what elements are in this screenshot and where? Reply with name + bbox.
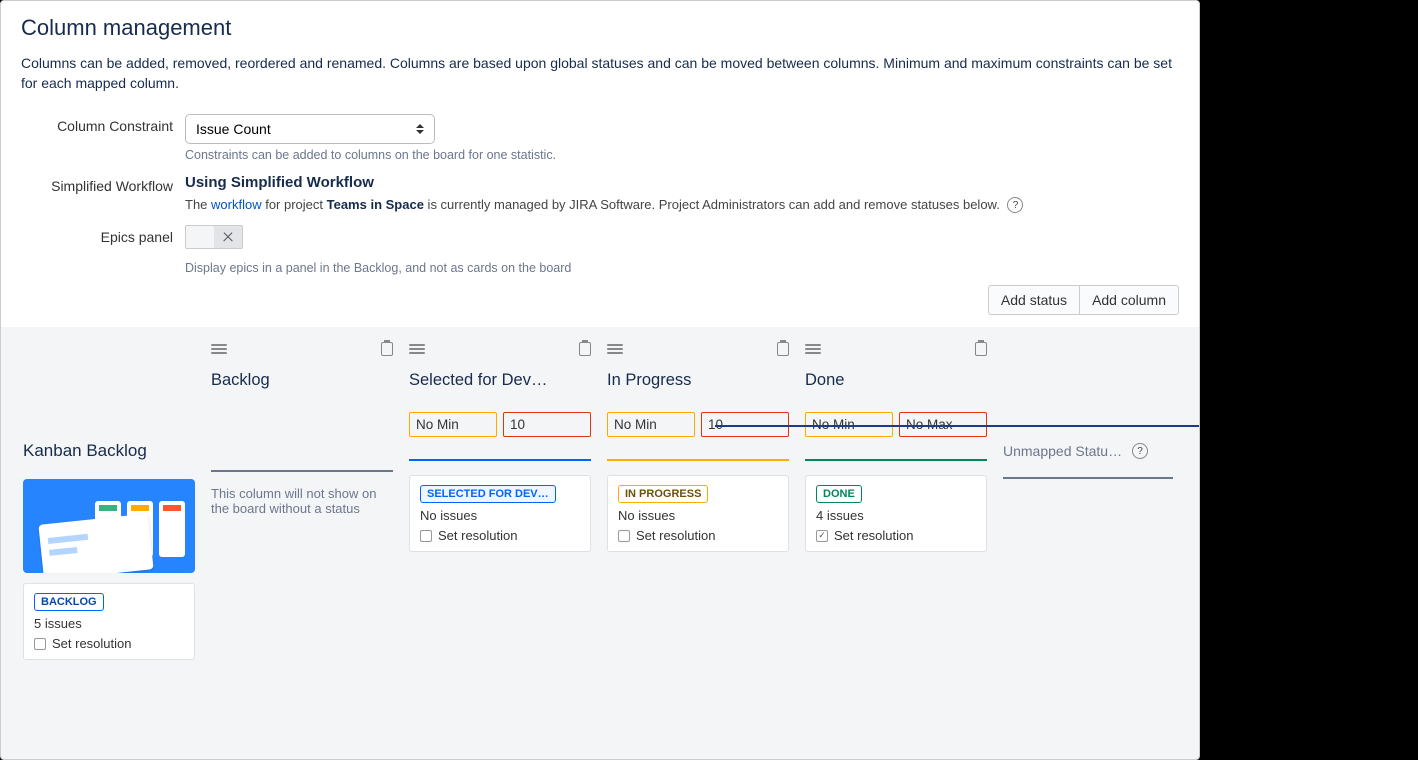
column-done[interactable]: Done No Min No Max DONE 4 issues Set res… <box>797 341 995 660</box>
min-constraint-input[interactable]: No Min <box>409 412 497 437</box>
column-selected-for-dev[interactable]: Selected for Dev… No Min 10 SELECTED FOR… <box>401 341 599 660</box>
drag-handle-icon[interactable] <box>607 344 623 354</box>
column-title[interactable]: Backlog <box>211 371 393 390</box>
kanban-backlog-column: Kanban Backlog BACKLOG 5 issues Set reso… <box>15 341 203 660</box>
kanban-backlog-status-card[interactable]: BACKLOG 5 issues Set resolution <box>23 583 195 660</box>
set-resolution-label: Set resolution <box>834 528 914 543</box>
backlog-lozenge: BACKLOG <box>34 593 104 611</box>
workflow-link[interactable]: workflow <box>211 197 262 212</box>
toggle-off-segment[interactable] <box>214 226 242 248</box>
status-lozenge: DONE <box>816 485 862 503</box>
issue-count: No issues <box>618 508 778 523</box>
trash-icon[interactable] <box>579 342 591 356</box>
simplified-workflow-headline: Using Simplified Workflow <box>185 174 1179 191</box>
status-card[interactable]: IN PROGRESS No issues Set resolution <box>607 475 789 552</box>
column-bar <box>805 459 987 461</box>
unmapped-statuses-label: Unmapped Statu… <box>1003 443 1122 459</box>
trash-icon[interactable] <box>381 342 393 356</box>
workflow-description: The workflow for project Teams in Space … <box>185 197 1179 214</box>
column-constraint-row: Column Constraint Issue Count Constraint… <box>21 114 1179 162</box>
add-column-button[interactable]: Add column <box>1079 285 1179 315</box>
backlog-set-resolution-label: Set resolution <box>52 636 132 651</box>
column-backlog[interactable]: Backlog This column will not show on the… <box>203 341 401 660</box>
column-constraint-hint: Constraints can be added to columns on t… <box>185 148 1179 162</box>
settings-section: Column management Columns can be added, … <box>1 1 1199 327</box>
page-description: Columns can be added, removed, reordered… <box>21 53 1179 94</box>
page-title: Column management <box>21 15 1179 41</box>
set-resolution-label: Set resolution <box>438 528 518 543</box>
drag-handle-icon[interactable] <box>409 344 425 354</box>
column-title[interactable]: Selected for Dev… <box>409 371 591 390</box>
status-card[interactable]: DONE 4 issues Set resolution <box>805 475 987 552</box>
board-columns: Kanban Backlog BACKLOG 5 issues Set reso… <box>1 327 1199 674</box>
set-resolution-checkbox[interactable] <box>816 530 828 542</box>
add-status-button[interactable]: Add status <box>988 285 1079 315</box>
column-bar <box>607 459 789 461</box>
epics-panel-toggle[interactable] <box>185 225 243 249</box>
column-bar <box>211 470 393 472</box>
epics-panel-hint: Display epics in a panel in the Backlog,… <box>185 261 1179 275</box>
column-title[interactable]: In Progress <box>607 371 789 390</box>
status-lozenge: IN PROGRESS <box>618 485 708 503</box>
annotation-line <box>715 425 1200 427</box>
empty-column-hint: This column will not show on the board w… <box>211 486 393 516</box>
max-constraint-input[interactable]: 10 <box>503 412 591 437</box>
min-constraint-input[interactable]: No Min <box>607 412 695 437</box>
toggle-on-segment[interactable] <box>186 226 214 248</box>
backlog-issue-count: 5 issues <box>34 616 184 631</box>
column-bar <box>1003 477 1173 479</box>
simplified-workflow-row: Simplified Workflow Using Simplified Wor… <box>21 174 1179 214</box>
status-card[interactable]: SELECTED FOR DEV… No issues Set resoluti… <box>409 475 591 552</box>
issue-count: 4 issues <box>816 508 976 523</box>
help-icon[interactable]: ? <box>1007 197 1023 213</box>
trash-icon[interactable] <box>777 342 789 356</box>
trash-icon[interactable] <box>975 342 987 356</box>
drag-handle-icon[interactable] <box>805 344 821 354</box>
column-constraint-select[interactable]: Issue Count <box>185 114 435 144</box>
column-in-progress[interactable]: In Progress No Min 10 IN PROGRESS No iss… <box>599 341 797 660</box>
actions-bar: Add status Add column <box>21 285 1179 315</box>
column-constraint-label: Column Constraint <box>21 114 173 162</box>
set-resolution-checkbox[interactable] <box>618 530 630 542</box>
drag-handle-icon[interactable] <box>211 344 227 354</box>
epics-panel-row: Epics panel Display epics in a panel in … <box>21 225 1179 275</box>
set-resolution-label: Set resolution <box>636 528 716 543</box>
column-title[interactable]: Done <box>805 371 987 390</box>
status-lozenge: SELECTED FOR DEV… <box>420 485 556 503</box>
issue-count: No issues <box>420 508 580 523</box>
column-constraint-value: Issue Count <box>196 121 271 137</box>
kanban-backlog-illustration <box>23 479 195 573</box>
unmapped-statuses-column: Unmapped Statu… ? <box>995 341 1181 660</box>
help-icon[interactable]: ? <box>1132 443 1148 459</box>
column-management-panel: Column management Columns can be added, … <box>0 0 1200 760</box>
simplified-workflow-label: Simplified Workflow <box>21 174 173 214</box>
epics-panel-label: Epics panel <box>21 225 173 275</box>
set-resolution-checkbox[interactable] <box>420 530 432 542</box>
column-bar <box>409 459 591 461</box>
kanban-backlog-title: Kanban Backlog <box>23 441 195 461</box>
backlog-set-resolution-checkbox[interactable] <box>34 638 46 650</box>
close-icon <box>222 231 234 243</box>
